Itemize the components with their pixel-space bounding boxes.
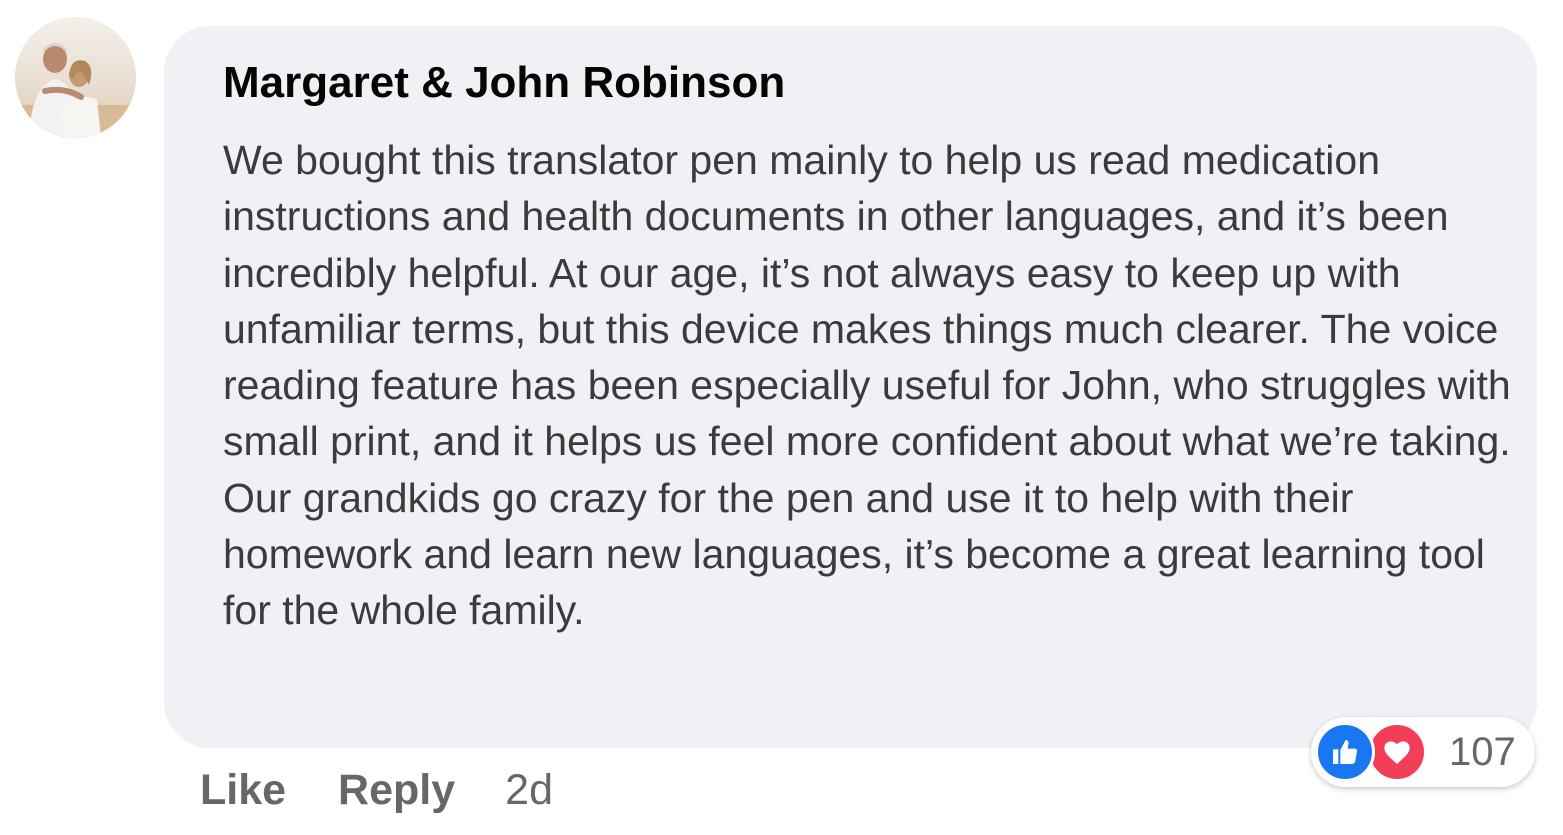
reaction-count: 107 [1449,730,1516,774]
comment-timestamp[interactable]: 2d [505,766,553,815]
comment: Margaret & John Robinson We bought this … [0,0,1563,835]
avatar[interactable] [15,17,136,138]
comment-bubble: Margaret & John Robinson We bought this … [164,26,1537,748]
comment-actions: Like Reply 2d [200,760,553,820]
heart-icon [1367,722,1427,782]
reply-button[interactable]: Reply [338,766,455,815]
comment-text: We bought this translator pen mainly to … [223,137,1511,634]
like-button[interactable]: Like [200,766,286,815]
reaction-summary[interactable]: 107 [1311,717,1535,787]
thumbs-up-icon [1315,722,1375,782]
comment-author[interactable]: Margaret & John Robinson [223,54,1517,112]
